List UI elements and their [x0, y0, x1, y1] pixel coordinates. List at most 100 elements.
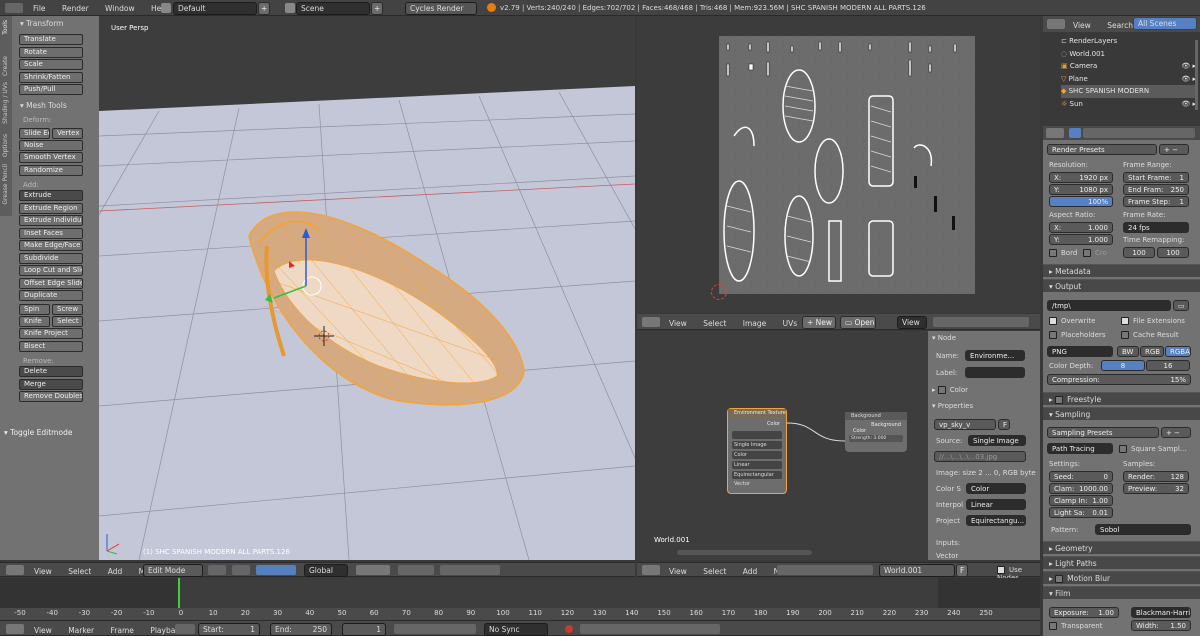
- sync-select[interactable]: No Sync: [484, 623, 548, 636]
- knife-select-button[interactable]: Select: [52, 316, 83, 327]
- layout-add-button[interactable]: +: [258, 2, 270, 15]
- image-datablock-field[interactable]: vp_sky_v: [934, 419, 996, 430]
- light-sampling-threshold-field[interactable]: Light Sa: 0.01: [1049, 507, 1113, 518]
- file-format-select[interactable]: PNG: [1047, 346, 1113, 357]
- view-mode-select[interactable]: View: [897, 316, 927, 329]
- properties-header[interactable]: ▾ Properties: [932, 402, 973, 410]
- outliner-item-sun[interactable]: ☼ Sun 👁 ▸: [1061, 98, 1196, 111]
- render-engine-select[interactable]: Cycles Render: [405, 2, 477, 15]
- preview-range-icon[interactable]: [175, 624, 195, 634]
- keying-icons[interactable]: [580, 624, 720, 634]
- image-editor-type-icon[interactable]: [642, 317, 660, 327]
- clamp-direct-field[interactable]: Clam: 1000.00: [1049, 483, 1113, 494]
- output-path-browse[interactable]: ▭: [1173, 300, 1189, 311]
- sampling-presets-add[interactable]: + −: [1161, 427, 1191, 438]
- info-editor-icon[interactable]: [5, 3, 23, 13]
- mode-select[interactable]: Edit Mode: [143, 564, 203, 577]
- outliner-scrollbar[interactable]: [1195, 40, 1198, 110]
- overwrite-checkbox[interactable]: Overwrite: [1049, 317, 1095, 325]
- world-datablock-field[interactable]: World.001: [879, 564, 955, 577]
- seed-field[interactable]: Seed: 0: [1049, 471, 1113, 482]
- start-frame-prop[interactable]: Start Frame: 1: [1123, 172, 1189, 183]
- rotate-button[interactable]: Rotate: [19, 46, 83, 58]
- render-samples-field[interactable]: Render: 128: [1123, 471, 1189, 482]
- bisect-button[interactable]: Bisect: [19, 340, 83, 352]
- context-tab-icons[interactable]: [1083, 128, 1195, 138]
- crop-checkbox[interactable]: Cro: [1083, 249, 1107, 257]
- rgb-button[interactable]: RGB: [1140, 346, 1164, 357]
- outliner-item-bowl[interactable]: ◆ SHC SPANISH MODERN: [1061, 85, 1196, 98]
- film-panel-header[interactable]: ▾ Film: [1043, 586, 1200, 599]
- timeline[interactable]: -50 -40 -30 -20 -10 0 10 20 30 40 50 60 70 80 90 100 110…: [0, 578, 1040, 620]
- merge-button[interactable]: Merge: [19, 378, 83, 390]
- properties-type-icon[interactable]: [1046, 128, 1064, 138]
- fake-user-button[interactable]: F: [998, 419, 1010, 430]
- menu-node-view[interactable]: View: [669, 567, 687, 576]
- node-scrollbar[interactable]: [677, 550, 812, 555]
- depth-8-button[interactable]: 8: [1101, 360, 1145, 371]
- outliner-item-camera[interactable]: ▣ Camera 👁 ▸: [1061, 60, 1196, 73]
- remap-new-field[interactable]: 100: [1157, 247, 1189, 258]
- remove-doubles-button[interactable]: Remove Doubles: [19, 391, 83, 402]
- knife-project-button[interactable]: Knife Project: [19, 328, 83, 339]
- transform-header[interactable]: ▾ Transform: [0, 19, 99, 29]
- end-frame-prop[interactable]: End Fram: 250: [1123, 184, 1189, 195]
- menu-render[interactable]: Render: [62, 4, 89, 13]
- res-y-field[interactable]: Y: 1080 px: [1049, 184, 1113, 195]
- environment-texture-node[interactable]: Environment Texture Color Single Image C…: [727, 408, 787, 494]
- frame-step-prop[interactable]: Frame Step: 1: [1123, 196, 1189, 207]
- viewport-3d[interactable]: User Persp (1) SHC SPANISH MODERN ALL PA…: [99, 16, 635, 560]
- new-image-button[interactable]: + New: [802, 316, 836, 329]
- extrude-region-button[interactable]: Extrude Region: [19, 202, 83, 214]
- image-tool-icons[interactable]: [933, 317, 1029, 327]
- square-samples-checkbox[interactable]: Square Sampl...: [1119, 445, 1186, 453]
- inset-faces-button[interactable]: Inset Faces: [19, 227, 83, 239]
- pattern-select[interactable]: Sobol: [1095, 524, 1191, 535]
- end-frame-field[interactable]: End: 250: [270, 623, 332, 636]
- light-paths-panel-header[interactable]: ▸ Light Paths: [1043, 556, 1200, 569]
- transparent-checkbox[interactable]: Transparent: [1049, 622, 1102, 630]
- node1-projection[interactable]: Equirectangular: [732, 471, 782, 479]
- exposure-field[interactable]: Exposure: 1.00: [1049, 607, 1119, 618]
- make-edge-face-button[interactable]: Make Edge/Face: [19, 240, 83, 251]
- node-editor[interactable]: Environment Texture Color Single Image C…: [637, 331, 928, 560]
- menu-node-add[interactable]: Add: [743, 567, 758, 576]
- sampling-presets-select[interactable]: Sampling Presets: [1047, 427, 1159, 438]
- world-fake-user-button[interactable]: F: [956, 564, 968, 577]
- duplicate-button[interactable]: Duplicate: [19, 290, 83, 301]
- res-x-field[interactable]: X: 1920 px: [1049, 172, 1113, 183]
- vertex-slide-button[interactable]: Vertex: [52, 127, 83, 139]
- snap-icons[interactable]: [440, 565, 500, 575]
- aspect-y-field[interactable]: Y: 1.000: [1049, 234, 1113, 245]
- compression-slider[interactable]: Compression: 15%: [1047, 374, 1191, 385]
- push-pull-button[interactable]: Push/Pull: [19, 84, 83, 95]
- node-editor-type-icon[interactable]: [642, 565, 660, 575]
- remap-old-field[interactable]: 100: [1123, 247, 1155, 258]
- node-header[interactable]: ▾ Node: [932, 334, 956, 342]
- motion-blur-panel-header[interactable]: ▸ Motion Blur: [1043, 571, 1200, 584]
- sampling-panel-header[interactable]: ▾ Sampling: [1043, 407, 1200, 420]
- spin-button[interactable]: Spin: [19, 304, 50, 315]
- menu-add[interactable]: Add: [108, 567, 123, 576]
- menu-uvs[interactable]: UVs: [783, 319, 798, 328]
- menu-window[interactable]: Window: [105, 4, 135, 13]
- filter-width-field[interactable]: Width: 1.50: [1131, 620, 1191, 631]
- node1-image-selector[interactable]: [732, 431, 782, 439]
- scene-select[interactable]: Scene: [296, 2, 370, 15]
- current-frame-marker[interactable]: [178, 578, 180, 608]
- output-panel-header[interactable]: ▾ Output: [1043, 279, 1200, 292]
- outliner-item-plane[interactable]: ▽ Plane 👁 ▸: [1061, 73, 1196, 86]
- translate-button[interactable]: Translate: [19, 34, 83, 45]
- outliner-item-renderlayers[interactable]: ⊏ RenderLayers: [1061, 35, 1196, 48]
- border-checkbox[interactable]: Bord: [1049, 249, 1077, 257]
- bw-button[interactable]: BW: [1117, 346, 1139, 357]
- current-frame-field[interactable]: 1: [342, 623, 386, 636]
- editor-type-icon[interactable]: [6, 565, 24, 575]
- metadata-panel-header[interactable]: ▸ Metadata: [1043, 264, 1200, 277]
- menu-frame[interactable]: Frame: [111, 626, 134, 635]
- layer-icons[interactable]: [356, 565, 390, 575]
- knife-button[interactable]: Knife: [19, 316, 50, 327]
- timeline-type-icon[interactable]: [6, 624, 24, 634]
- smooth-vertex-button[interactable]: Smooth Vertex: [19, 152, 83, 163]
- menu-image[interactable]: Image: [743, 319, 767, 328]
